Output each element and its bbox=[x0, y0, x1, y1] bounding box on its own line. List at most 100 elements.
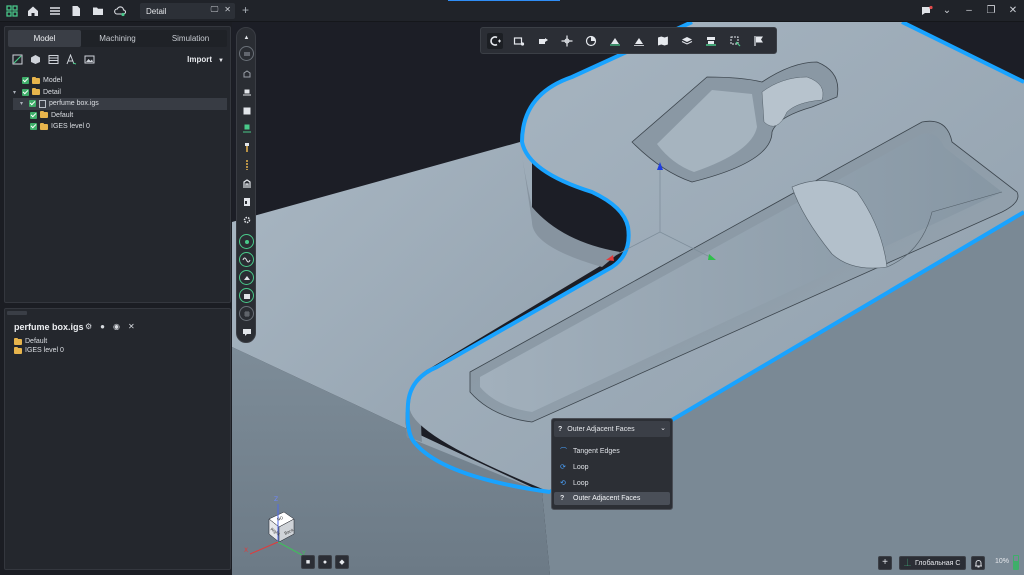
close-window-icon[interactable]: ✕ bbox=[1005, 3, 1021, 19]
solid-view-icon[interactable] bbox=[679, 33, 695, 49]
visibility-checkbox[interactable] bbox=[22, 77, 29, 85]
tree-item-model[interactable]: Model bbox=[13, 75, 227, 87]
chat-icon[interactable] bbox=[919, 3, 935, 19]
gear-icon[interactable] bbox=[241, 214, 252, 225]
folder-icon bbox=[14, 346, 22, 354]
solid-mode-icon[interactable]: ◆ bbox=[335, 555, 349, 569]
tab-machining[interactable]: Machining bbox=[81, 30, 154, 47]
tab-simulation[interactable]: Simulation bbox=[154, 30, 227, 47]
move-icon[interactable] bbox=[559, 33, 575, 49]
tree-item-perfume-box[interactable]: ▾ perfume box.igs bbox=[13, 98, 227, 110]
visibility-checkbox[interactable] bbox=[22, 88, 29, 96]
app-logo-icon[interactable] bbox=[4, 3, 20, 19]
select-body-icon[interactable] bbox=[535, 33, 551, 49]
layers-icon[interactable] bbox=[239, 46, 254, 61]
option-loop[interactable]: ⟲ Loop bbox=[554, 477, 670, 490]
tree-item-detail[interactable]: ▾ Detail bbox=[13, 87, 227, 99]
surface-icon[interactable] bbox=[239, 270, 254, 285]
flag-icon[interactable] bbox=[751, 33, 767, 49]
table-icon[interactable] bbox=[48, 54, 59, 65]
model-toolbar bbox=[12, 54, 95, 65]
selection-mode-select[interactable]: ? Outer Adjacent Faces ⌄ bbox=[554, 421, 670, 437]
point-icon[interactable] bbox=[239, 234, 254, 249]
measure-icon[interactable] bbox=[631, 33, 647, 49]
selection-toolbar bbox=[480, 27, 777, 54]
zoom-indicator[interactable] bbox=[1013, 555, 1019, 570]
map-icon[interactable] bbox=[655, 33, 671, 49]
tree-item-default[interactable]: Default bbox=[13, 110, 227, 122]
folder-icon bbox=[14, 337, 22, 345]
mesh-icon[interactable] bbox=[239, 306, 254, 321]
panel-grip[interactable] bbox=[7, 311, 27, 315]
rotate-icon[interactable] bbox=[583, 33, 599, 49]
home-icon[interactable] bbox=[25, 3, 41, 19]
close-icon[interactable]: ✕ bbox=[128, 322, 135, 331]
notes-icon[interactable] bbox=[241, 326, 252, 337]
chevron-down-icon: ▼ bbox=[218, 58, 224, 64]
visibility-checkbox[interactable] bbox=[30, 111, 37, 119]
fit-geometry-icon[interactable] bbox=[12, 54, 23, 65]
minimize-icon[interactable]: – bbox=[961, 3, 977, 19]
select-chain-icon[interactable] bbox=[487, 32, 503, 49]
monitor-icon[interactable]: 🖵 bbox=[211, 5, 219, 15]
add-button[interactable]: + bbox=[878, 556, 892, 570]
stack-icon[interactable] bbox=[241, 87, 252, 98]
expand-arrow-icon[interactable]: ▾ bbox=[13, 89, 20, 96]
vertical-toolbar: ▲ bbox=[236, 27, 256, 343]
option-tangent-edges[interactable]: ⌒ Tangent Edges bbox=[554, 445, 670, 458]
restore-icon[interactable]: ❐ bbox=[983, 3, 999, 19]
axis-label-x: X bbox=[244, 547, 249, 554]
text-style-icon[interactable] bbox=[66, 54, 77, 65]
coordinate-system-select[interactable]: ⏊ Глобальная С bbox=[899, 556, 966, 570]
open-folder-icon[interactable] bbox=[90, 3, 106, 19]
clamp-icon[interactable] bbox=[241, 178, 252, 189]
tab-model[interactable]: Model bbox=[8, 30, 81, 47]
display-mode-buttons: ■ ● ◆ bbox=[301, 555, 349, 569]
shaded-mode-icon[interactable]: ● bbox=[318, 555, 332, 569]
visibility-checkbox[interactable] bbox=[30, 123, 37, 131]
drill-icon[interactable] bbox=[241, 141, 252, 152]
menu-icon[interactable] bbox=[47, 3, 63, 19]
solid-icon[interactable] bbox=[30, 54, 41, 65]
visibility-checkbox[interactable] bbox=[29, 100, 36, 108]
tool-holder-icon[interactable] bbox=[241, 123, 252, 134]
app-window: Detail 🖵 ✕ + ⌄ – ❐ ✕ Z Y X NO Right Back… bbox=[0, 0, 1024, 575]
tangent-edges-icon: ⌒ bbox=[560, 448, 567, 455]
coordinate-system-icon: ⏊ bbox=[904, 560, 911, 567]
question-icon: ? bbox=[558, 425, 563, 433]
new-tab-button[interactable]: + bbox=[242, 3, 254, 19]
section-icon[interactable] bbox=[607, 33, 623, 49]
close-tab-icon[interactable]: ✕ bbox=[224, 5, 231, 15]
collapse-up-icon[interactable]: ▲ bbox=[241, 32, 252, 43]
tool-icon[interactable] bbox=[241, 159, 252, 170]
option-loop[interactable]: ⟳ Loop bbox=[554, 461, 670, 474]
import-button[interactable]: Import ▼ bbox=[187, 55, 224, 64]
document-tab[interactable]: Detail 🖵 ✕ bbox=[140, 3, 235, 19]
cloud-save-icon[interactable] bbox=[112, 3, 128, 19]
list-item[interactable]: IGES level 0 bbox=[14, 346, 64, 355]
curve-icon[interactable] bbox=[239, 252, 254, 267]
question-icon: ? bbox=[560, 495, 565, 502]
select-edges-icon[interactable] bbox=[511, 33, 527, 49]
home-view-icon[interactable] bbox=[241, 68, 252, 79]
expand-arrow-icon[interactable]: ▾ bbox=[20, 100, 27, 107]
new-file-icon[interactable] bbox=[68, 3, 84, 19]
selection-mode-dropdown: ? Outer Adjacent Faces ⌄ ⌒ Tangent Edges… bbox=[551, 418, 673, 510]
notifications-bell-icon[interactable] bbox=[971, 556, 985, 570]
tree-item-iges-level[interactable]: IGES level 0 bbox=[13, 121, 227, 133]
active-indicator bbox=[448, 0, 560, 1]
option-outer-adjacent-faces[interactable]: ? Outer Adjacent Faces bbox=[554, 492, 670, 505]
wireframe-mode-icon[interactable]: ■ bbox=[301, 555, 315, 569]
color-drop-icon[interactable]: ● bbox=[100, 322, 105, 331]
model-tree-panel: Model Machining Simulation Import ▼ Model… bbox=[4, 26, 231, 303]
transform-icon[interactable] bbox=[727, 33, 743, 49]
square-icon[interactable] bbox=[241, 105, 252, 116]
list-item[interactable]: Default bbox=[14, 337, 64, 346]
visibility-eye-icon[interactable]: ◉ bbox=[113, 322, 120, 331]
book-icon[interactable] bbox=[239, 288, 254, 303]
stock-icon[interactable] bbox=[703, 33, 719, 49]
fixture-icon[interactable] bbox=[241, 196, 252, 207]
image-icon[interactable] bbox=[84, 54, 95, 65]
settings-gear-icon[interactable]: ⚙ bbox=[85, 322, 92, 331]
chevron-down-icon[interactable]: ⌄ bbox=[939, 3, 955, 19]
